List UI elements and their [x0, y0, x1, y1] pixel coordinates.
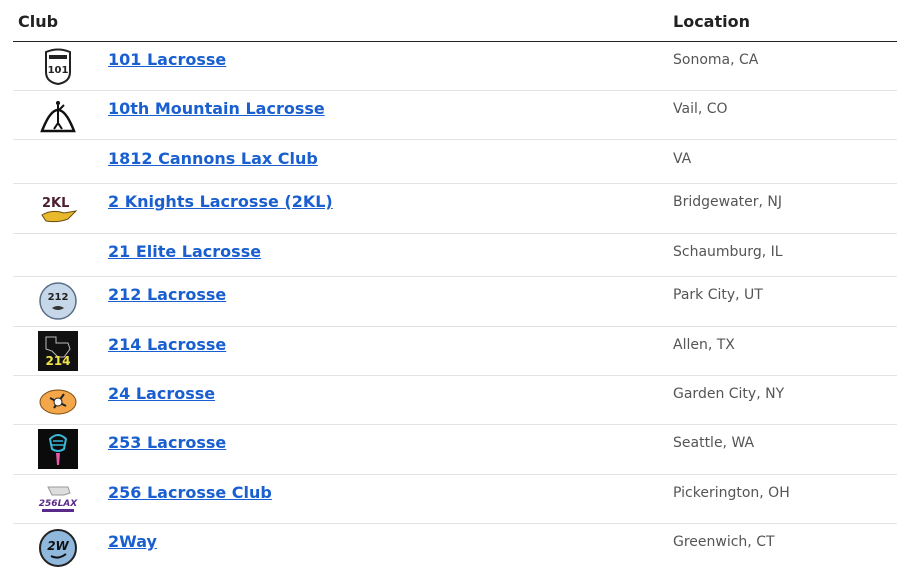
- clubs-table: Club Location 101 101 Lacrosse Sonoma, C…: [13, 0, 897, 567]
- svg-text:214: 214: [45, 354, 70, 368]
- club-link[interactable]: 253 Lacrosse: [108, 433, 226, 452]
- club-location: Bridgewater, NJ: [673, 194, 783, 210]
- 256lax-logo-icon: 256LAX: [38, 479, 78, 519]
- svg-text:256LAX: 256LAX: [39, 499, 78, 509]
- club-link[interactable]: 2Way: [108, 532, 157, 551]
- route-101-shield-icon: 101: [38, 46, 78, 86]
- column-header-club: Club: [18, 12, 59, 31]
- club-location: Sonoma, CA: [673, 52, 759, 68]
- 2w-badge-icon: 2W: [38, 528, 78, 568]
- column-header-location: Location: [673, 12, 750, 31]
- club-location: Garden City, NY: [673, 386, 785, 402]
- table-row: 24 Lacrosse Garden City, NY: [13, 376, 897, 425]
- 212-badge-icon: 212: [38, 281, 78, 321]
- svg-text:2W: 2W: [47, 539, 69, 553]
- 24-lacrosse-logo-icon: [38, 380, 78, 420]
- club-link[interactable]: 256 Lacrosse Club: [108, 483, 272, 502]
- svg-text:212: 212: [48, 292, 69, 303]
- club-link[interactable]: 212 Lacrosse: [108, 285, 226, 304]
- svg-text:2KL: 2KL: [42, 196, 69, 211]
- svg-text:101: 101: [48, 65, 69, 76]
- 253-lacrosse-head-icon: [38, 429, 78, 469]
- 214-texas-icon: 214: [38, 331, 78, 371]
- table-row: 2KL 2 Knights Lacrosse (2KL) Bridgewater…: [13, 184, 897, 234]
- club-location: Park City, UT: [673, 287, 763, 303]
- club-location: Greenwich, CT: [673, 534, 775, 550]
- table-row: 1812 Cannons Lax Club VA: [13, 140, 897, 184]
- club-location: VA: [673, 151, 692, 167]
- 2kl-logo-icon: 2KL: [38, 189, 78, 229]
- table-row: 2W 2Way Greenwich, CT: [13, 524, 897, 573]
- club-link[interactable]: 101 Lacrosse: [108, 50, 226, 69]
- club-location: Vail, CO: [673, 101, 728, 117]
- table-header: Club Location: [13, 0, 897, 42]
- club-link[interactable]: 1812 Cannons Lax Club: [108, 149, 318, 168]
- table-row: 214 214 Lacrosse Allen, TX: [13, 327, 897, 376]
- club-location: Seattle, WA: [673, 435, 755, 451]
- club-link[interactable]: 2 Knights Lacrosse (2KL): [108, 192, 333, 211]
- table-row: 10th Mountain Lacrosse Vail, CO: [13, 91, 897, 140]
- table-row: 101 101 Lacrosse Sonoma, CA: [13, 42, 897, 91]
- club-link[interactable]: 21 Elite Lacrosse: [108, 242, 261, 261]
- club-location: Schaumburg, IL: [673, 244, 783, 260]
- mountain-player-icon: [38, 95, 78, 135]
- club-location: Allen, TX: [673, 337, 735, 353]
- table-row: 21 Elite Lacrosse Schaumburg, IL: [13, 234, 897, 277]
- club-link[interactable]: 10th Mountain Lacrosse: [108, 99, 325, 118]
- club-location: Pickerington, OH: [673, 485, 790, 501]
- table-row: 256LAX 256 Lacrosse Club Pickerington, O…: [13, 475, 897, 524]
- club-link[interactable]: 24 Lacrosse: [108, 384, 215, 403]
- table-row: 253 Lacrosse Seattle, WA: [13, 425, 897, 475]
- table-row: 212 212 Lacrosse Park City, UT: [13, 277, 897, 327]
- club-link[interactable]: 214 Lacrosse: [108, 335, 226, 354]
